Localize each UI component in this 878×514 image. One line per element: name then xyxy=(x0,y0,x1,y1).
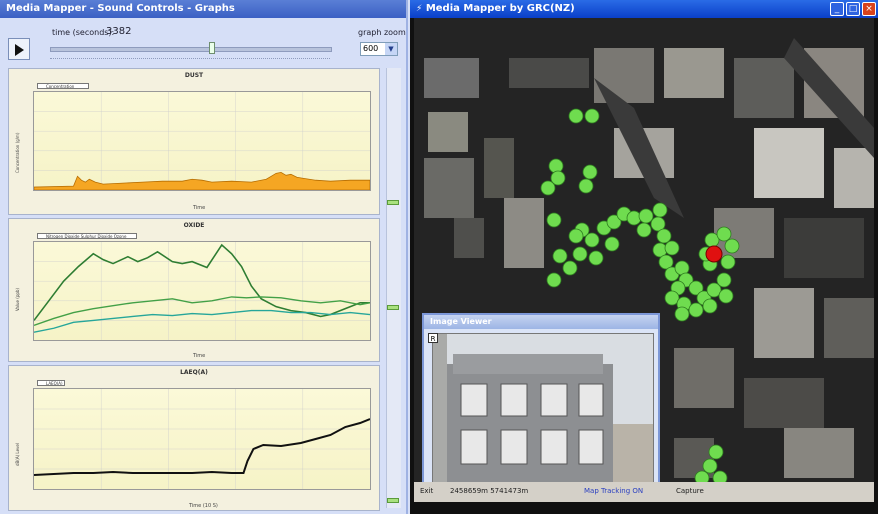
time-slider-thumb[interactable] xyxy=(209,42,216,54)
image-viewer[interactable]: Image Viewer R xyxy=(422,313,660,482)
app-icon: ⚡ xyxy=(416,4,423,14)
chevron-down-icon[interactable]: ▼ xyxy=(385,43,397,55)
laeq-series xyxy=(34,418,370,476)
dust-title: DUST xyxy=(184,72,204,79)
building-photo xyxy=(433,334,653,482)
oxide-panel: OXIDE Nitrogen Dioxide Sulphur Dioxide O… xyxy=(8,218,380,362)
oxide-pin-icon[interactable] xyxy=(387,305,399,310)
street-photo xyxy=(432,333,654,482)
image-viewer-marker[interactable]: R xyxy=(428,333,438,343)
dust-ylabel: Concentration (g/m) xyxy=(15,132,20,173)
current-position-marker[interactable] xyxy=(705,245,723,263)
media-mapper-title-text: Media Mapper by GRC(NZ) xyxy=(425,3,575,14)
dust-xlabel: Time xyxy=(193,205,206,211)
dust-panel: DUST Concentration Concentration (g/m) T… xyxy=(8,68,380,215)
graph-scrollbar[interactable] xyxy=(386,68,401,508)
dust-area xyxy=(34,171,370,190)
media-mapper-title: ⚡ Media Mapper by GRC(NZ) xyxy=(410,0,878,18)
time-value: 3382 xyxy=(106,26,132,37)
minimize-icon[interactable]: _ xyxy=(830,2,844,16)
play-button[interactable] xyxy=(8,38,30,60)
graph-zoom-value: 600 xyxy=(363,44,379,53)
sound-controls-title: Media Mapper - Sound Controls - Graphs xyxy=(0,0,406,18)
oxide-xlabel: Time xyxy=(193,353,206,359)
laeq-xlabel: Time (10 S) xyxy=(189,503,218,509)
aerial-map[interactable]: Image Viewer R xyxy=(414,18,874,482)
laeq-plot xyxy=(33,388,371,490)
dust-plot xyxy=(33,91,371,191)
time-label: time (seconds): xyxy=(52,28,115,37)
media-mapper-window: ⚡ Media Mapper by GRC(NZ) _ □ × Image Vi… xyxy=(410,0,878,514)
exit-button[interactable]: Exit xyxy=(420,487,433,495)
oxide-chart xyxy=(34,242,370,340)
image-viewer-title[interactable]: Image Viewer xyxy=(424,315,658,329)
oxide-legend: Nitrogen Dioxide Sulphur Dioxide Ozone xyxy=(37,233,137,239)
oxide-series-3 xyxy=(34,309,370,333)
dust-legend: Concentration xyxy=(37,83,89,89)
oxide-ylabel: Value (ppb) xyxy=(15,288,20,311)
graph-zoom-select[interactable]: 600 ▼ xyxy=(360,42,398,56)
map-tracking-status[interactable]: Map Tracking ON xyxy=(584,487,643,495)
slider-ticks xyxy=(50,58,330,63)
laeq-panel: LAEQ(A) LAEQ(A) dB(A) Level Time (10 S) xyxy=(8,365,380,511)
capture-button[interactable]: Capture xyxy=(676,487,704,495)
close-icon[interactable]: × xyxy=(862,2,876,16)
sound-controls-window: Media Mapper - Sound Controls - Graphs t… xyxy=(0,0,408,514)
oxide-title: OXIDE xyxy=(183,222,205,229)
zoom-label: graph zoom xyxy=(358,28,406,37)
time-slider[interactable] xyxy=(50,47,332,52)
dust-chart xyxy=(34,92,370,190)
laeq-chart xyxy=(34,389,370,489)
dust-pin-icon[interactable] xyxy=(387,200,399,205)
status-bar: Exit 2458659m 5741473m Map Tracking ON C… xyxy=(414,482,874,502)
laeq-pin-icon[interactable] xyxy=(387,498,399,503)
play-icon xyxy=(15,44,24,56)
oxide-series-1 xyxy=(34,243,370,321)
laeq-legend: LAEQ(A) xyxy=(37,380,65,386)
coords-readout: 2458659m 5741473m xyxy=(450,487,529,495)
maximize-icon[interactable]: □ xyxy=(846,2,860,16)
oxide-plot xyxy=(33,241,371,341)
laeq-title: LAEQ(A) xyxy=(180,369,208,376)
laeq-ylabel: dB(A) Level xyxy=(15,443,20,466)
